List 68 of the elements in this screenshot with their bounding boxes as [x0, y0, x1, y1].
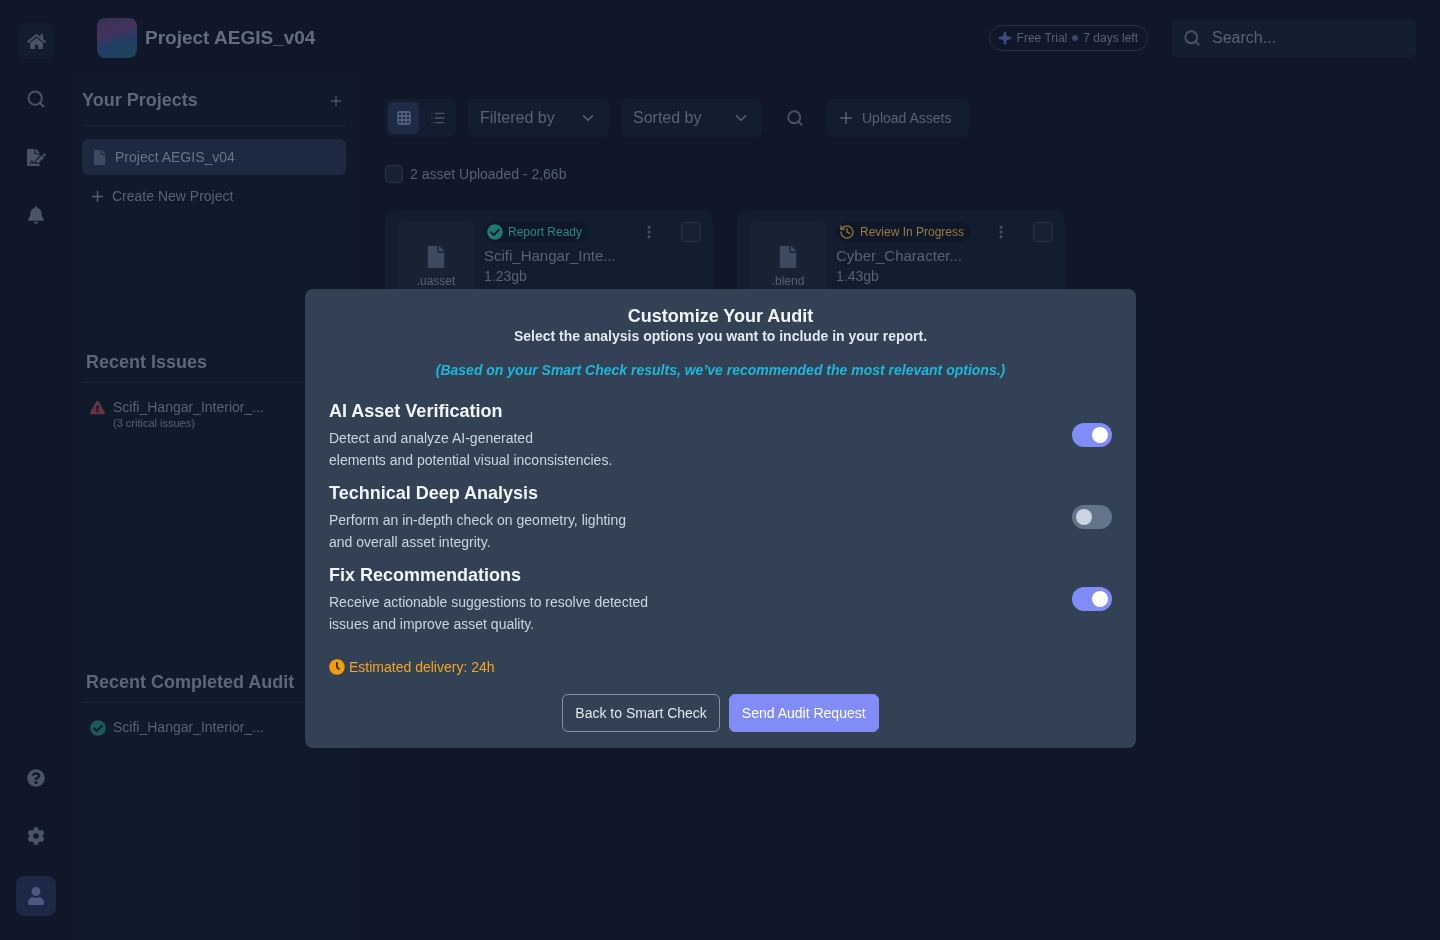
- send-request-button[interactable]: Send Audit Request: [728, 694, 879, 732]
- clock-icon: [329, 659, 345, 675]
- view-button[interactable]: [388, 102, 419, 134]
- file-icon: [425, 246, 447, 268]
- status-badge: Review In Progress: [836, 222, 972, 242]
- delivery-estimate: Estimated delivery: 24h: [349, 658, 495, 677]
- home-button[interactable]: [18, 23, 54, 59]
- history-icon: [839, 224, 855, 240]
- home-icon: [26, 31, 46, 51]
- list-icon: [429, 110, 446, 126]
- option-title: Technical Deep Analysis: [329, 482, 539, 505]
- project-title: Project AEGIS_v04: [145, 27, 316, 49]
- sort-dropdown[interactable]: Sorted by: [621, 99, 762, 137]
- file-extension: .blend: [771, 274, 805, 288]
- option-title: AI Asset Verification: [329, 400, 503, 423]
- upload-button[interactable]: Upload Assets: [827, 99, 969, 137]
- section-title: Recent Completed Audit: [86, 671, 295, 693]
- dialog-subtitle: Select the analysis options you want to include in your report.: [513, 327, 928, 345]
- asset-name: Cyber_Character...: [836, 247, 963, 265]
- file-icon: [777, 246, 799, 268]
- trial-remaining: 7 days left: [1083, 31, 1138, 45]
- dialog-title: Customize Your Audit: [627, 305, 814, 327]
- back-button[interactable]: Back to Smart Check: [562, 694, 720, 732]
- file-extension: .uasset: [416, 274, 456, 288]
- search-icon: [786, 109, 804, 127]
- sparkle-icon: [997, 31, 1012, 45]
- profile-button[interactable]: [16, 876, 56, 916]
- section-title: Recent Issues: [86, 351, 208, 373]
- search-icon: [1183, 28, 1201, 47]
- filter-dropdown[interactable]: Filtered by: [468, 99, 609, 137]
- toggle-switch[interactable]: [1072, 423, 1112, 447]
- audit-name: Scifi_Hangar_Interior_...: [113, 719, 264, 736]
- document-pen-icon: [26, 147, 46, 167]
- project-item[interactable]: Project AEGIS_v04: [82, 139, 346, 175]
- upload-summary: 2 asset Uploaded - 2,66b: [410, 166, 567, 182]
- plus-icon: [837, 109, 855, 127]
- trial-label: Free Trial: [1016, 31, 1068, 45]
- option-description: Perform an in-depth check on geometry, lighting and overall asset integrity.: [329, 511, 626, 552]
- user-icon: [27, 887, 45, 905]
- bell-icon: [27, 206, 45, 224]
- asset-size: 1.23gb: [484, 268, 528, 284]
- toggle-switch[interactable]: [1072, 587, 1112, 611]
- asset-size: 1.43gb: [836, 268, 880, 284]
- recommendation-note: (Based on your Smart Check results, we’ve recommended the most relevant options.): [435, 361, 1006, 379]
- asset-name: Scifi_Hangar_Inte...: [484, 247, 617, 265]
- option-description: Receive actionable suggestions to resolve detected issues and improve asset quality.: [329, 593, 649, 634]
- help-icon: [27, 769, 45, 787]
- warning-icon: [90, 400, 105, 415]
- asset-checkbox[interactable]: [681, 222, 701, 242]
- issue-detail: (3 critical issues): [113, 416, 196, 430]
- option-description: Detect and analyze AI-generated elements and potential visual inconsistencies.: [329, 429, 613, 470]
- file-icon: [92, 149, 107, 165]
- project-thumbnail: [97, 18, 137, 58]
- issue-item[interactable]: Scifi_Hangar_Interior_... (3 critical issues): [82, 399, 264, 430]
- select-all-checkbox[interactable]: [385, 165, 403, 183]
- settings-icon: [27, 827, 45, 845]
- toggle-switch[interactable]: [1072, 505, 1112, 529]
- dot-icon: [1072, 35, 1079, 41]
- create-project-link[interactable]: Create New Project: [82, 186, 234, 206]
- status-badge: Report Ready: [484, 222, 590, 242]
- option-title: Fix Recommendations: [329, 564, 522, 587]
- search-field[interactable]: Search...: [1172, 18, 1416, 58]
- asset-checkbox[interactable]: [1033, 222, 1053, 242]
- search-icon: [26, 89, 46, 109]
- panel-title: Your Projects: [82, 90, 198, 111]
- grid-icon: [395, 110, 412, 126]
- audit-item[interactable]: Scifi_Hangar_Interior_...: [82, 719, 264, 736]
- issue-name: Scifi_Hangar_Interior_...: [113, 399, 264, 416]
